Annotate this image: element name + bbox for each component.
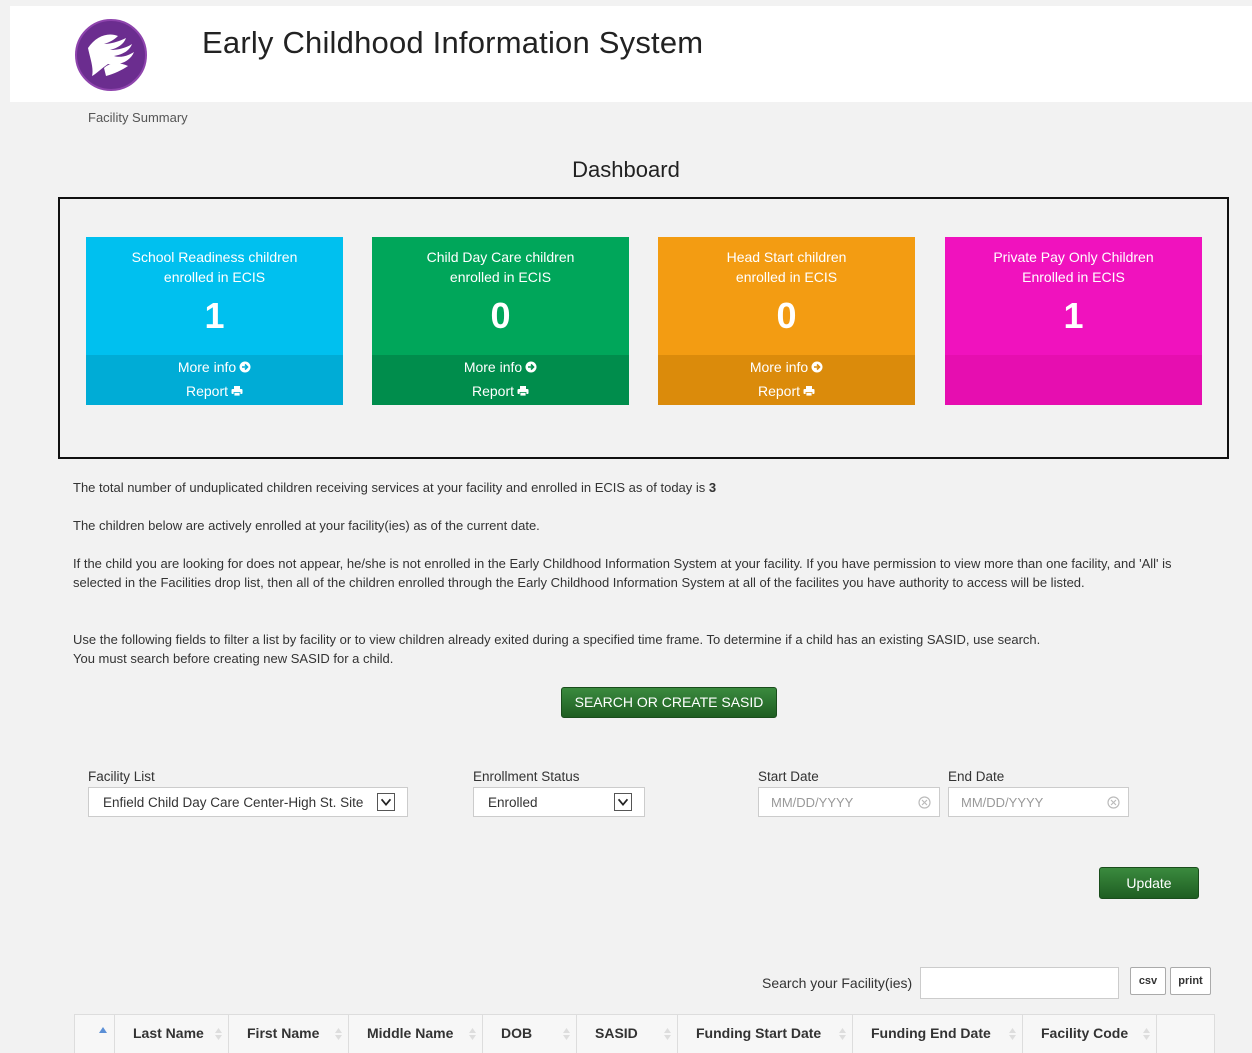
tile-title: Child Day Care children enrolled in ECIS <box>426 249 575 285</box>
facility-list-label: Facility List <box>88 769 155 784</box>
dropdown-arrow-icon <box>614 793 632 811</box>
column-header-funding-start-date[interactable]: Funding Start Date <box>678 1015 853 1053</box>
search-facility-label: Search your Facility(ies) <box>762 975 913 991</box>
tile-private-pay: Private Pay Only Children Enrolled in EC… <box>945 237 1202 405</box>
column-header-facility-code[interactable]: Facility Code <box>1023 1015 1157 1053</box>
tile-count: 0 <box>490 295 511 336</box>
column-header-funding-end-date[interactable]: Funding End Date <box>853 1015 1023 1053</box>
tile-footer <box>945 355 1202 405</box>
tile-title: School Readiness children enrolled in EC… <box>131 249 298 285</box>
facility-list-select[interactable]: Enfield Child Day Care Center-High St. S… <box>88 787 408 817</box>
column-header-select[interactable] <box>75 1015 115 1053</box>
tile-footer: More info Report <box>372 355 629 405</box>
column-header-first-name[interactable]: First Name <box>229 1015 349 1053</box>
report-link[interactable]: Report <box>86 381 343 401</box>
csv-button[interactable]: csv <box>1130 967 1166 995</box>
ecis-logo <box>75 19 147 91</box>
column-header-dob[interactable]: DOB <box>483 1015 577 1053</box>
more-info-link[interactable]: More info <box>658 357 915 377</box>
sort-icon <box>1009 1028 1016 1040</box>
total-children-text: The total number of unduplicated childre… <box>73 480 717 495</box>
update-button[interactable]: Update <box>1099 867 1199 899</box>
sort-icon <box>563 1028 570 1040</box>
filter-instructions: Use the following fields to filter a lis… <box>73 632 1041 666</box>
table-header: Last Name First Name Middle Name DOB SAS… <box>74 1014 1215 1053</box>
print-button[interactable]: print <box>1170 967 1211 995</box>
not-found-text: If the child you are looking for does no… <box>73 556 1172 590</box>
enrollment-status-label: Enrollment Status <box>473 769 580 784</box>
report-link[interactable]: Report <box>658 381 915 401</box>
print-icon <box>231 386 243 397</box>
tile-school-readiness: School Readiness children enrolled in EC… <box>86 237 343 405</box>
column-header-actions <box>1157 1015 1216 1053</box>
tile-title: Head Start children enrolled in ECIS <box>726 249 847 285</box>
print-icon <box>803 386 815 397</box>
arrow-circle-right-icon <box>811 361 823 373</box>
end-date-label: End Date <box>948 769 1005 784</box>
tile-count: 1 <box>1063 295 1084 336</box>
dropdown-arrow-icon <box>377 793 395 811</box>
sort-ascending-icon <box>99 1027 107 1033</box>
sort-icon <box>1143 1028 1150 1040</box>
arrow-circle-right-icon <box>239 361 251 373</box>
sort-icon <box>215 1028 222 1040</box>
sort-icon <box>664 1028 671 1040</box>
sort-icon <box>839 1028 846 1040</box>
more-info-link[interactable]: More info <box>86 357 343 377</box>
report-link[interactable]: Report <box>372 381 629 401</box>
tile-child-day-care: Child Day Care children enrolled in ECIS… <box>372 237 629 405</box>
total-children-count: 3 <box>708 480 717 495</box>
sort-icon <box>335 1028 342 1040</box>
clear-icon[interactable] <box>1107 796 1120 809</box>
app-title: Early Childhood Information System <box>202 25 704 60</box>
dashboard-title: Dashboard <box>572 157 680 182</box>
column-header-sasid[interactable]: SASID <box>577 1015 678 1053</box>
tile-head-start: Head Start children enrolled in ECIS 0 M… <box>658 237 915 405</box>
clear-icon[interactable] <box>918 796 931 809</box>
tile-count: 0 <box>776 295 797 336</box>
enrollment-status-select[interactable]: Enrolled <box>473 787 645 817</box>
sort-icon <box>469 1028 476 1040</box>
column-header-last-name[interactable]: Last Name <box>115 1015 229 1053</box>
active-enrolled-text: The children below are actively enrolled… <box>73 518 540 533</box>
more-info-link[interactable]: More info <box>372 357 629 377</box>
end-date-input[interactable]: MM/DD/YYYY <box>948 787 1129 817</box>
tile-count: 1 <box>204 295 225 336</box>
breadcrumb[interactable]: Facility Summary <box>88 110 188 125</box>
header: Early Childhood Information System <box>10 6 1252 102</box>
column-header-middle-name[interactable]: Middle Name <box>349 1015 483 1053</box>
arrow-circle-right-icon <box>525 361 537 373</box>
search-or-create-sasid-button[interactable]: SEARCH OR CREATE SASID <box>561 687 777 718</box>
tile-footer: More info Report <box>86 355 343 405</box>
tile-footer: More info Report <box>658 355 915 405</box>
start-date-label: Start Date <box>758 769 819 784</box>
search-facility-input[interactable] <box>920 967 1119 999</box>
print-icon <box>517 386 529 397</box>
tile-title: Private Pay Only Children Enrolled in EC… <box>993 249 1154 285</box>
start-date-input[interactable]: MM/DD/YYYY <box>758 787 940 817</box>
